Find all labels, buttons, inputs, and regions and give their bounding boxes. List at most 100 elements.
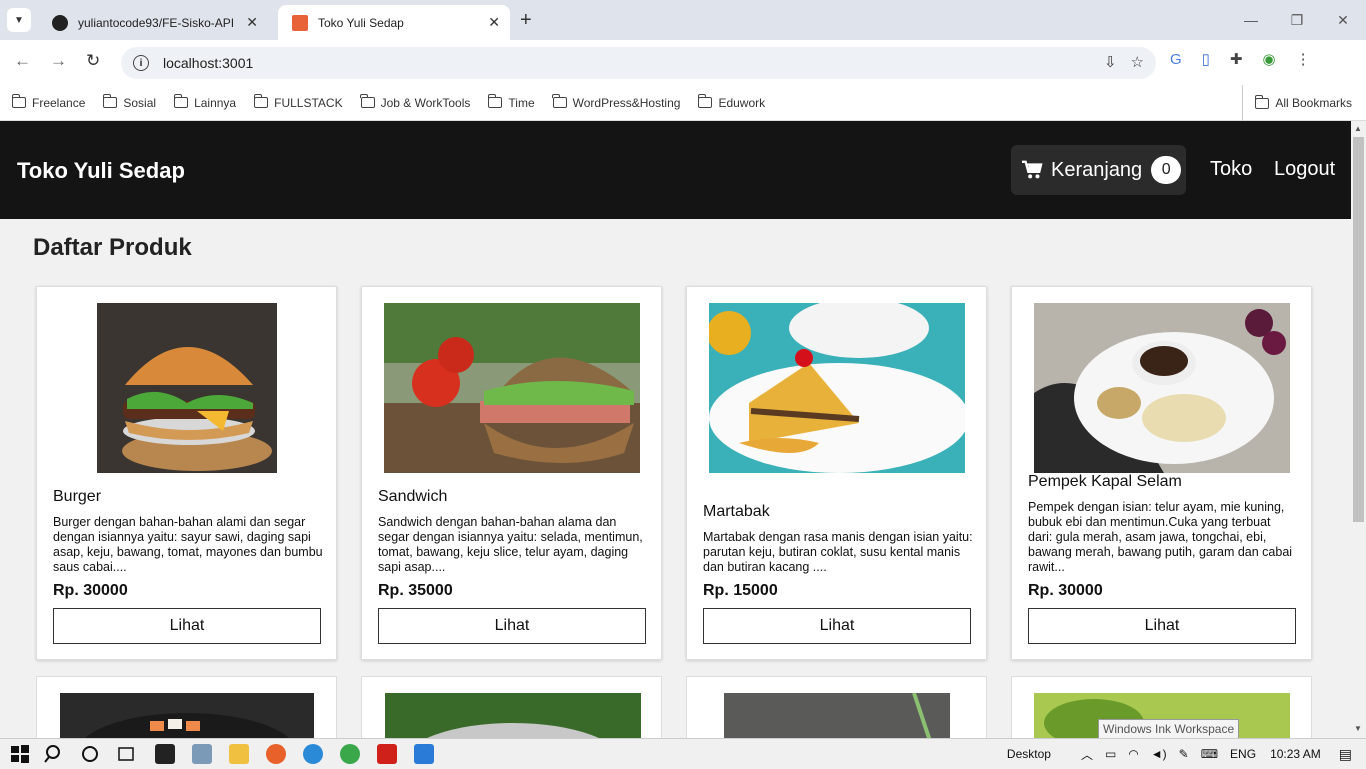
clock[interactable]: 10:23 AM bbox=[1270, 747, 1321, 761]
chevron-up-icon[interactable]: ︿ bbox=[1081, 746, 1093, 763]
lihat-button[interactable]: Lihat bbox=[1028, 608, 1296, 644]
bookmark-label: Lainnya bbox=[194, 95, 237, 110]
cortana-icon[interactable] bbox=[80, 744, 100, 764]
nav-link-logout[interactable]: Logout bbox=[1274, 158, 1335, 181]
folder-icon bbox=[102, 94, 118, 108]
bookmark-folder[interactable]: Job & WorkTools bbox=[360, 94, 470, 110]
product-card: Burger Burger dengan bahan-bahan alami d… bbox=[36, 286, 337, 660]
pdf-reader-icon[interactable] bbox=[377, 744, 397, 764]
product-card: Martabak Martabak dengan rasa manis deng… bbox=[686, 286, 987, 660]
address-bar[interactable]: i localhost:3001 ⇩ ☆ bbox=[121, 47, 1156, 79]
reload-icon[interactable]: ↻ bbox=[86, 51, 100, 71]
product-description: Pempek dengan isian: telur ayam, mie kun… bbox=[1028, 500, 1293, 574]
cart-button[interactable]: Keranjang 0 bbox=[1011, 145, 1186, 195]
folder-icon bbox=[360, 94, 375, 108]
bookmark-label: WordPress&Hosting bbox=[572, 95, 681, 110]
docs-extension-icon[interactable]: ▯ bbox=[1202, 50, 1210, 68]
wifi-icon[interactable]: ◠ bbox=[1128, 747, 1138, 761]
bookmark-label: All Bookmarks bbox=[1275, 96, 1352, 110]
window-controls: — ❐ ✕ bbox=[1228, 0, 1366, 40]
chrome-icon[interactable] bbox=[340, 744, 360, 764]
bookmark-folder[interactable]: FULLSTACK bbox=[253, 94, 343, 110]
scroll-thumb[interactable] bbox=[1353, 137, 1364, 522]
tab-github[interactable]: yuliantocode93/FE-Sisko-API ✕ bbox=[38, 5, 268, 40]
folder-icon bbox=[253, 94, 269, 108]
task-view-icon[interactable] bbox=[116, 744, 136, 764]
browser-chrome: ▼ yuliantocode93/FE-Sisko-API ✕ Toko Yul… bbox=[0, 0, 1366, 121]
scroll-up-icon[interactable]: ▲ bbox=[1354, 124, 1362, 133]
minimize-icon[interactable]: — bbox=[1228, 0, 1274, 40]
extensions-puzzle-icon[interactable]: ✚ bbox=[1230, 50, 1243, 68]
lihat-button[interactable]: Lihat bbox=[53, 608, 321, 644]
product-image bbox=[97, 303, 277, 473]
bookmark-folder[interactable]: WordPress&Hosting bbox=[552, 94, 681, 110]
search-icon[interactable] bbox=[44, 744, 64, 764]
restore-icon[interactable]: ❐ bbox=[1274, 0, 1320, 40]
menu-kebab-icon[interactable]: ⋮ bbox=[1296, 50, 1311, 68]
notifications-icon[interactable]: ▤ bbox=[1339, 746, 1352, 763]
bookmark-label: Eduwork bbox=[718, 95, 766, 110]
bookmark-folder[interactable]: Freelance bbox=[11, 94, 85, 110]
desktop-toolbar[interactable]: Desktop bbox=[1007, 747, 1051, 761]
edge-icon[interactable] bbox=[303, 744, 323, 764]
address-text: localhost:3001 bbox=[163, 55, 254, 71]
nav-link-toko[interactable]: Toko bbox=[1210, 158, 1252, 181]
product-card: Sandwich Sandwich dengan bahan-bahan ala… bbox=[361, 286, 662, 660]
scroll-down-icon[interactable]: ▼ bbox=[1354, 724, 1362, 733]
product-card: Pempek Kapal Selam Pempek dengan isian: … bbox=[1011, 286, 1312, 660]
folder-icon bbox=[1254, 94, 1270, 109]
pen-ink-icon[interactable]: ✎ bbox=[1179, 747, 1189, 761]
cart-count-badge: 0 bbox=[1151, 156, 1182, 184]
close-window-icon[interactable]: ✕ bbox=[1320, 0, 1366, 40]
product-description: Burger dengan bahan-bahan alami dan sega… bbox=[53, 515, 323, 574]
all-bookmarks[interactable]: All Bookmarks bbox=[1242, 85, 1352, 121]
site-info-icon[interactable]: i bbox=[133, 55, 149, 71]
new-tab-icon[interactable]: + bbox=[520, 9, 532, 32]
photos-icon[interactable] bbox=[192, 744, 212, 764]
close-tab-icon[interactable]: ✕ bbox=[246, 14, 258, 31]
product-description: Sandwich dengan bahan-bahan alama dan se… bbox=[378, 515, 643, 574]
folder-icon bbox=[552, 94, 567, 108]
bookmark-label: Time bbox=[508, 95, 535, 110]
profile-icon[interactable]: ◉ bbox=[1263, 50, 1276, 68]
file-explorer-icon[interactable] bbox=[229, 744, 249, 764]
cart-icon bbox=[1022, 160, 1043, 179]
product-description: Martabak dengan rasa manis dengan isian … bbox=[703, 530, 973, 574]
github-icon bbox=[52, 14, 68, 31]
keyboard-icon[interactable]: ⌨ bbox=[1201, 747, 1218, 761]
page-scrollbar[interactable]: ▲ ▼ bbox=[1351, 121, 1366, 738]
folder-icon bbox=[11, 94, 26, 108]
tab-title: yuliantocode93/FE-Sisko-API bbox=[78, 15, 235, 30]
windows-ink-tooltip: Windows Ink Workspace bbox=[1098, 719, 1240, 739]
windows-start-icon[interactable] bbox=[10, 744, 30, 764]
product-card bbox=[36, 676, 337, 746]
windows-taskbar: Desktop ︿ ▭ ◠ ◄) ✎ ⌨ ENG 10:23 AM ▤ bbox=[0, 738, 1366, 768]
bookmark-star-icon[interactable]: ☆ bbox=[1131, 53, 1144, 71]
tab-toko[interactable]: Toko Yuli Sedap ✕ bbox=[278, 5, 510, 40]
back-icon[interactable]: ← bbox=[14, 51, 31, 71]
bookmark-folder[interactable]: Eduwork bbox=[697, 94, 766, 110]
page-title: Daftar Produk bbox=[33, 234, 192, 261]
volume-icon[interactable]: ◄) bbox=[1151, 747, 1167, 761]
bookmark-folder[interactable]: Lainnya bbox=[173, 94, 237, 110]
lihat-button[interactable]: Lihat bbox=[378, 608, 646, 644]
vscode-icon[interactable] bbox=[414, 744, 434, 764]
bookmark-folder[interactable]: Sosial bbox=[102, 94, 157, 110]
firefox-icon[interactable] bbox=[266, 744, 286, 764]
forward-icon[interactable]: → bbox=[50, 51, 67, 71]
language-indicator[interactable]: ENG bbox=[1230, 747, 1256, 761]
product-card bbox=[686, 676, 987, 746]
tab-search-icon[interactable]: ▼ bbox=[7, 8, 31, 32]
install-app-icon[interactable]: ⇩ bbox=[1104, 53, 1117, 71]
brand-logo[interactable]: Toko Yuli Sedap bbox=[17, 158, 185, 184]
store-icon bbox=[292, 14, 308, 31]
tab-title: Toko Yuli Sedap bbox=[318, 15, 404, 30]
terminal-icon[interactable] bbox=[155, 744, 175, 764]
bookmark-label: Sosial bbox=[123, 95, 157, 110]
product-image bbox=[1034, 303, 1290, 473]
translate-icon[interactable]: G bbox=[1170, 51, 1182, 68]
bookmark-folder[interactable]: Time bbox=[487, 94, 535, 110]
close-tab-icon[interactable]: ✕ bbox=[488, 14, 500, 31]
lihat-button[interactable]: Lihat bbox=[703, 608, 971, 644]
battery-icon[interactable]: ▭ bbox=[1105, 747, 1116, 761]
